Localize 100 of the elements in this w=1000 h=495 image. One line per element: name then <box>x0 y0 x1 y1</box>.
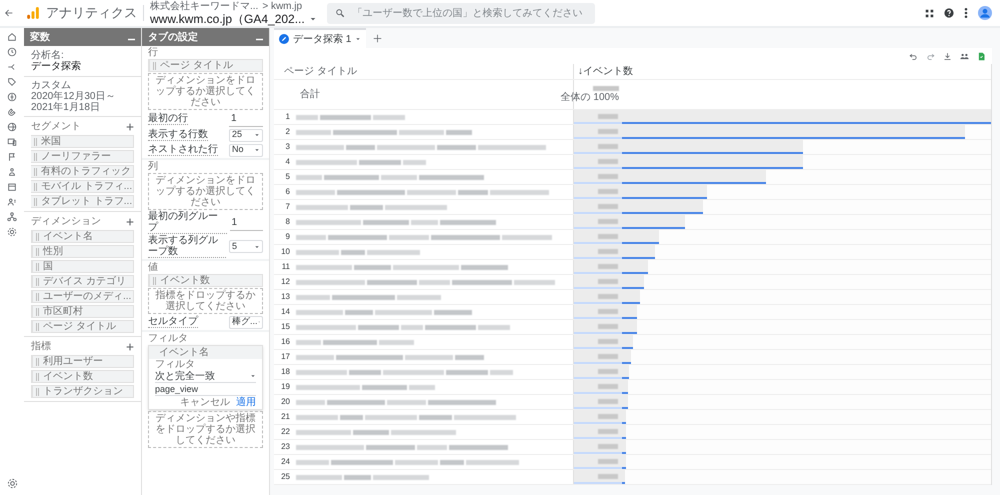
branch-icon[interactable] <box>7 62 17 72</box>
dropdown[interactable]: 棒グ... <box>229 316 263 328</box>
variable-chip[interactable]: ノーリファラー <box>31 150 134 163</box>
help-icon[interactable] <box>944 8 954 18</box>
caret-icon <box>250 373 256 379</box>
blurred-value <box>598 384 618 388</box>
analytics-logo-icon <box>26 6 40 20</box>
more-vertical-icon[interactable] <box>964 8 968 18</box>
row-number: 8 <box>284 216 291 228</box>
row-number: 25 <box>280 471 291 483</box>
add-icon[interactable] <box>126 218 134 226</box>
add-icon[interactable] <box>126 342 134 350</box>
filter-label: フィルタ <box>155 359 196 370</box>
flag-icon[interactable] <box>7 152 17 162</box>
column-header[interactable]: ページ タイトル <box>274 64 574 79</box>
blurred-value <box>598 368 618 374</box>
edit-icon <box>279 34 289 44</box>
row-number: 13 <box>280 291 291 303</box>
panel-header: 変数 <box>24 28 141 46</box>
row-number: 21 <box>280 411 291 423</box>
document-icon[interactable] <box>977 52 986 60</box>
dropdown[interactable]: 5 <box>229 240 263 253</box>
drop-zone[interactable]: ディメンションをドロップするか選択してください <box>148 173 263 210</box>
drop-zone[interactable]: ディメンションや指標をドロップするか選択してください <box>148 411 263 448</box>
section-title: 指標 <box>31 340 51 354</box>
share-people-icon[interactable] <box>960 52 969 60</box>
field-label: 最初の行 <box>148 113 188 125</box>
variable-chip[interactable]: イベント数 <box>31 370 134 383</box>
drop-zone[interactable]: ディメンションをドロップするか選択してください <box>148 73 263 110</box>
filter-dimension[interactable]: イベント名 <box>149 346 262 359</box>
blurred-value <box>598 398 618 404</box>
row-number: 11 <box>280 261 291 273</box>
add-icon[interactable] <box>126 122 134 130</box>
row-number: 14 <box>280 306 291 318</box>
variable-chip[interactable]: 利用ユーザー <box>31 355 134 368</box>
settings-icon[interactable] <box>7 227 17 237</box>
settings-icon[interactable] <box>6 478 18 489</box>
blurred-value <box>598 308 618 314</box>
undo-icon[interactable] <box>909 52 918 60</box>
column-header[interactable]: ↓イベント数 <box>574 64 991 79</box>
minimize-icon[interactable] <box>256 38 263 40</box>
calendar-icon[interactable] <box>7 182 17 192</box>
property-selector[interactable]: www.kwm.co.jp（GA4_202... <box>150 12 305 26</box>
caret-icon <box>355 36 362 42</box>
add-tab-icon[interactable] <box>373 34 382 43</box>
blurred-value <box>598 234 618 238</box>
minimize-icon[interactable] <box>128 38 135 40</box>
search-icon <box>334 8 345 18</box>
blurred-value <box>598 354 618 358</box>
variable-chip[interactable]: 性別 <box>31 245 134 258</box>
tag-icon[interactable] <box>7 77 17 87</box>
dropdown[interactable]: No <box>229 144 263 156</box>
field-label: セルタイプ <box>148 316 198 328</box>
variable-chip[interactable]: トランザクション <box>31 385 134 398</box>
condition-dropdown[interactable]: 次と完全一致 <box>155 370 256 383</box>
app-title: アナリティクス <box>46 4 137 22</box>
apply-button[interactable]: 適用 <box>236 397 256 408</box>
variable-chip[interactable]: 市区町村 <box>31 305 134 318</box>
date-range-type[interactable]: カスタム <box>31 80 134 91</box>
home-icon[interactable] <box>7 32 17 42</box>
variable-chip[interactable]: ページ タイトル <box>148 59 263 72</box>
avatar-icon[interactable] <box>978 6 992 20</box>
drop-zone[interactable]: 指標をドロップするか選択してください <box>148 288 263 314</box>
apps-grid-icon[interactable] <box>925 8 934 18</box>
variable-chip[interactable]: イベント数 <box>148 274 263 287</box>
people-icon[interactable] <box>7 197 17 207</box>
download-icon[interactable] <box>943 52 952 60</box>
variable-chip[interactable]: ページ タイトル <box>31 320 134 333</box>
date-range[interactable]: 2020年12月30日～2021年1月18日 <box>31 91 134 113</box>
variable-chip[interactable]: モバイル トラフィ... <box>31 180 134 193</box>
cancel-button[interactable]: キャンセル <box>180 397 230 408</box>
hierarchy-icon[interactable] <box>7 212 17 222</box>
globe-icon[interactable] <box>7 122 17 132</box>
analysis-name[interactable]: データ探索 <box>31 61 134 72</box>
magnet-icon[interactable] <box>7 107 17 117</box>
number-field[interactable]: 1 <box>229 111 263 127</box>
blurred-value <box>598 428 618 434</box>
row-number: 16 <box>280 336 291 348</box>
caret-icon <box>254 147 260 153</box>
blurred-value <box>598 278 618 284</box>
back-icon[interactable] <box>4 8 14 18</box>
variable-chip[interactable]: 有料のトラフィック <box>31 165 134 178</box>
clock-icon[interactable] <box>7 47 17 57</box>
variable-chip[interactable]: ユーザーのメディ... <box>31 290 134 303</box>
search-field[interactable]: 「ユーザー数で上位の国」と検索してみてください <box>326 2 595 24</box>
redo-icon[interactable] <box>926 52 935 60</box>
variable-chip[interactable]: 国 <box>31 260 134 273</box>
variable-chip[interactable]: イベント名 <box>31 230 134 243</box>
number-field[interactable]: 1 <box>230 214 263 230</box>
row-number: 20 <box>280 396 291 408</box>
variable-chip[interactable]: タブレット トラフ... <box>31 195 134 208</box>
variable-chip[interactable]: デバイス カテゴリ <box>31 275 134 288</box>
devices-icon[interactable] <box>7 137 17 147</box>
dropdown[interactable]: 25 <box>229 128 263 142</box>
row-number: 22 <box>280 426 291 438</box>
variable-chip[interactable]: 米国 <box>31 135 134 148</box>
filter-value-field[interactable]: page_view <box>155 383 256 396</box>
tab[interactable]: データ探索 1 <box>274 28 366 48</box>
section-title: ディメンション <box>31 215 101 229</box>
row-number: 12 <box>280 276 291 288</box>
